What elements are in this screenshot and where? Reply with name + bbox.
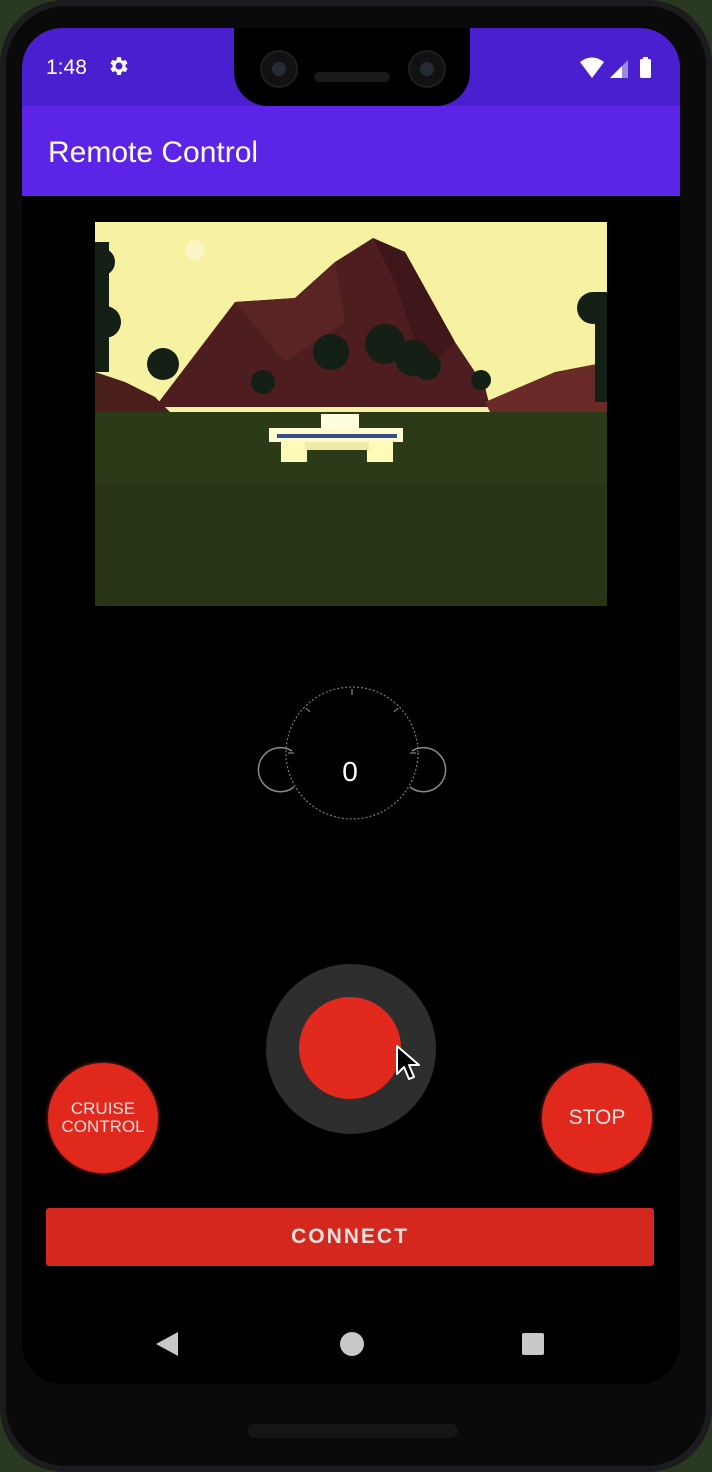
battery-icon xyxy=(640,59,651,78)
cruise-control-label: CRUISE CONTROL xyxy=(58,1100,148,1136)
wifi-icon xyxy=(580,57,604,78)
status-time: 1:48 xyxy=(46,56,87,79)
cruise-control-label-line1: CRUISE xyxy=(70,1099,136,1118)
front-camera-right xyxy=(408,50,446,88)
camera-feed-view xyxy=(95,222,607,606)
cruise-control-button[interactable]: CRUISE CONTROL xyxy=(48,1063,158,1173)
joystick-knob[interactable] xyxy=(299,997,401,1099)
camera-notch xyxy=(234,28,470,106)
app-title: Remote Control xyxy=(48,136,259,169)
phone-bottom-edge xyxy=(248,1424,458,1438)
connect-label: CONNECT xyxy=(291,1225,409,1248)
back-icon[interactable] xyxy=(154,1330,180,1358)
status-bar: 1:48 xyxy=(22,28,680,106)
recents-icon[interactable] xyxy=(522,1333,544,1355)
stop-button[interactable]: STOP xyxy=(542,1063,652,1173)
app-bar: Remote Control xyxy=(22,106,680,196)
camera-feed-image xyxy=(95,222,607,606)
navigation-bar xyxy=(22,1298,680,1384)
status-icons xyxy=(580,57,651,78)
mouse-cursor-icon xyxy=(396,1045,420,1080)
home-icon[interactable] xyxy=(340,1332,364,1356)
speed-gauge xyxy=(257,686,447,820)
connect-button[interactable]: CONNECT xyxy=(46,1208,654,1266)
earpiece-speaker xyxy=(314,72,390,82)
front-camera-left xyxy=(260,50,298,88)
gear-icon xyxy=(110,57,128,75)
screen: 1:48 Remote Control 0 CRUISE CONTROL STO… xyxy=(22,28,680,1384)
cruise-control-label-line2: CONTROL xyxy=(61,1117,145,1136)
stop-label: STOP xyxy=(568,1106,626,1129)
speed-value: 0 xyxy=(342,756,358,787)
